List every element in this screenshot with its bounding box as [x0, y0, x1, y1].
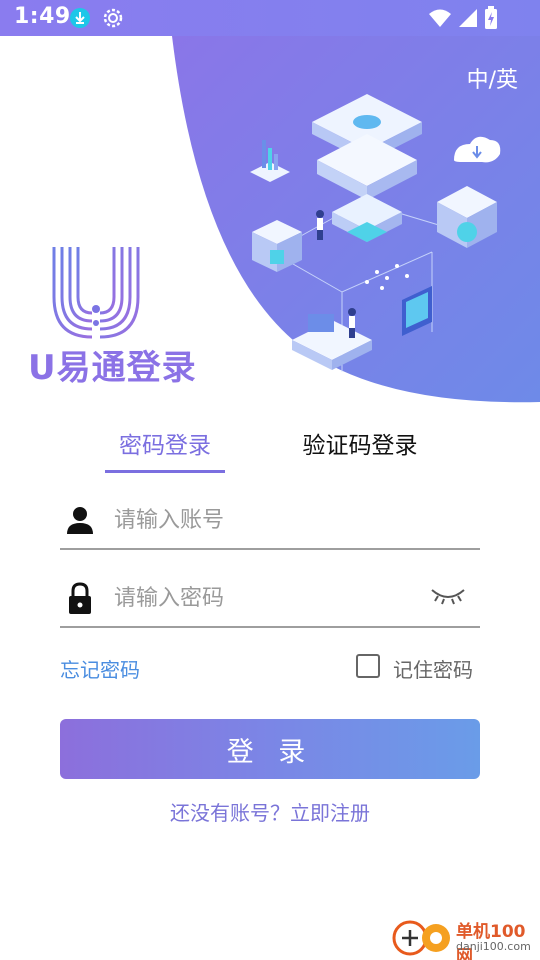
login-button[interactable]: 登 录 [60, 719, 480, 779]
remember-password-checkbox[interactable] [356, 654, 380, 678]
status-bar: 1:49 [0, 0, 540, 36]
tab-code-login[interactable]: 验证码登录 [290, 426, 430, 460]
battery-icon [484, 6, 498, 34]
gear-icon [102, 7, 124, 33]
tab-password-login[interactable]: 密码登录 [105, 426, 225, 460]
password-field [60, 572, 480, 628]
server-illustration [250, 94, 501, 372]
remember-password-label: 记住密码 [393, 658, 473, 682]
signal-icon [456, 8, 478, 32]
watermark-domain: danji100.com [456, 940, 531, 953]
watermark-logo [392, 920, 450, 956]
download-icon [70, 8, 90, 28]
account-input[interactable] [114, 502, 424, 538]
wifi-icon [428, 8, 452, 32]
lock-icon [64, 582, 96, 614]
watermark-name: 单机100网 [456, 922, 526, 960]
eye-closed-icon[interactable] [430, 586, 466, 610]
password-input[interactable] [114, 580, 424, 616]
status-time: 1:49 [14, 4, 71, 29]
register-link[interactable]: 还没有账号？立即注册 [0, 797, 540, 826]
account-field [60, 494, 480, 550]
active-tab-indicator [105, 470, 225, 473]
logo-text: U易通登录 [28, 348, 197, 388]
forgot-password-link[interactable]: 忘记密码 [60, 654, 140, 683]
person-icon [64, 504, 96, 536]
